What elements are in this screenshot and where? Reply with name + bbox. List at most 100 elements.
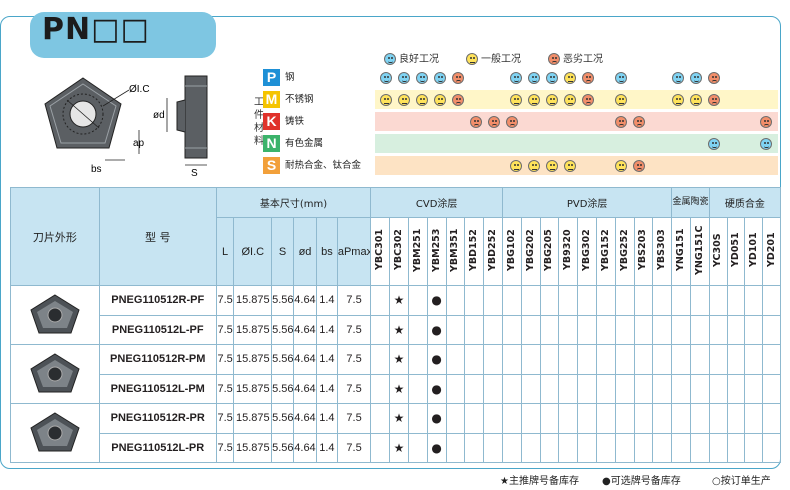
ok-face-icon — [564, 72, 576, 84]
dot-mark: ● — [431, 352, 442, 367]
grade-cell — [483, 432, 503, 463]
grade-col-header: YD201 — [762, 217, 781, 286]
cvd-group-header: CVD涂层 — [370, 187, 503, 218]
grade-cell — [595, 285, 616, 316]
star-mark: ★ — [393, 440, 405, 455]
grade-cell — [501, 314, 522, 345]
grade-cell — [501, 403, 522, 434]
grade-cell: ● — [426, 432, 447, 463]
dim-cell: 5.56 — [271, 373, 294, 404]
grade-cell — [595, 403, 616, 434]
grade-col-header: YB9320 — [558, 217, 579, 286]
label-s: S — [191, 168, 198, 179]
grade-cell — [464, 373, 485, 404]
grade-cell — [614, 344, 635, 375]
material-name: 铸铁 — [285, 116, 305, 127]
grade-cell: ● — [426, 403, 447, 434]
star-mark: ★ — [393, 293, 405, 308]
ok-face-icon — [510, 94, 522, 106]
dim-cell: 4.64 — [293, 403, 317, 434]
grade-cell — [445, 285, 466, 316]
grade-cell — [708, 373, 728, 404]
grade-cell — [370, 432, 391, 463]
grade-cell — [671, 403, 692, 434]
label-d: ød — [153, 110, 165, 121]
dim-col-header: bs — [315, 217, 338, 286]
dim-cell: 7.5 — [336, 314, 372, 345]
good-face-icon — [510, 72, 522, 84]
insert-table: 刀片外形 型 号 基本尺寸(mm) CVD涂层 PVD涂层 金属陶瓷 硬质合金 … — [10, 187, 782, 463]
good-face-icon — [672, 72, 684, 84]
grade-cell — [577, 344, 597, 375]
dim-cell: 4.64 — [293, 373, 317, 404]
bad-face-icon — [760, 116, 772, 128]
dim-cell: 4.64 — [293, 285, 317, 316]
grade-cell — [558, 432, 579, 463]
material-row-k: K 铸铁 — [263, 112, 778, 131]
grade-cell — [726, 432, 746, 463]
grade-cell — [445, 314, 466, 345]
dim-cell: 15.875 — [233, 373, 273, 404]
grade-col-header: YBD252 — [483, 217, 503, 286]
grade-col-header: YC30S — [708, 217, 728, 286]
grade-col-header: YBG152 — [595, 217, 616, 286]
grade-cell — [407, 285, 428, 316]
grade-cell — [577, 285, 597, 316]
insert-photo-icon — [30, 352, 80, 392]
grade-cell — [539, 373, 560, 404]
grade-cell — [483, 403, 503, 434]
grade-cell — [690, 314, 710, 345]
star-mark: ★ — [393, 411, 405, 426]
table-row: PNEG110512R-PF 7.5 15.875 5.56 4.64 1.4 7.5 ★ ● — [10, 285, 781, 345]
dim-cell: 7.5 — [215, 403, 235, 434]
grade-col-header: YBC301 — [370, 217, 391, 286]
grade-cell — [558, 285, 579, 316]
grade-cell — [520, 432, 541, 463]
grade-cell — [671, 314, 692, 345]
bad-face-icon — [548, 53, 560, 65]
grade-cell — [595, 432, 616, 463]
dot-mark: ● — [431, 293, 442, 308]
grade-cell — [633, 373, 654, 404]
grade-cell: ★ — [389, 432, 409, 463]
material-band — [375, 156, 778, 175]
good-face-icon — [760, 138, 772, 150]
grade-cell — [445, 432, 466, 463]
grade-cell — [483, 373, 503, 404]
label-ic: ØI.C — [129, 84, 150, 95]
grade-cell — [762, 314, 781, 345]
grade-cell — [652, 403, 673, 434]
table-row: PNEG110512L-PR 7.5 15.875 5.56 4.64 1.4 7.5 ★ ● — [11, 432, 781, 463]
grade-cell — [407, 432, 428, 463]
table-row: PNEG110512L-PM 7.5 15.875 5.56 4.64 1.4 7.5 ★ ● — [11, 373, 781, 404]
ok-face-icon — [528, 160, 540, 172]
dim-col-header: ØI.C — [233, 217, 273, 286]
grade-cell — [744, 285, 764, 316]
ok-face-icon — [672, 94, 684, 106]
grade-cell — [577, 373, 597, 404]
grade-col-header: YBG202 — [520, 217, 541, 286]
legend-bad: 恶劣工况 — [548, 50, 603, 65]
material-name: 耐热合金、钛合金 — [285, 160, 362, 171]
grade-cell — [407, 403, 428, 434]
label-ap: ap — [133, 138, 145, 149]
grade-cell — [690, 344, 710, 375]
grade-cell — [633, 314, 654, 345]
dim-col-header: ød — [293, 217, 317, 286]
grade-col-header: YBD152 — [464, 217, 485, 286]
grade-cell — [595, 373, 616, 404]
model-cell: PNEG110512R-PF — [98, 285, 217, 316]
col-shape-header: 刀片外形 — [10, 187, 100, 286]
dim-cell: 15.875 — [233, 432, 273, 463]
grade-cell: ★ — [389, 314, 409, 345]
grade-cell: ● — [426, 373, 447, 404]
grade-cell — [595, 344, 616, 375]
grade-cell — [671, 285, 692, 316]
ok-face-icon — [615, 94, 627, 106]
good-face-icon — [615, 72, 627, 84]
grade-cell — [520, 403, 541, 434]
dim-cell: 7.5 — [215, 432, 235, 463]
grade-cell: ★ — [389, 344, 409, 375]
table-row: PNEG110512R-PR 7.5 15.875 5.56 4.64 1.4 7.5 ★ ● — [10, 403, 781, 463]
grade-cell — [614, 432, 635, 463]
